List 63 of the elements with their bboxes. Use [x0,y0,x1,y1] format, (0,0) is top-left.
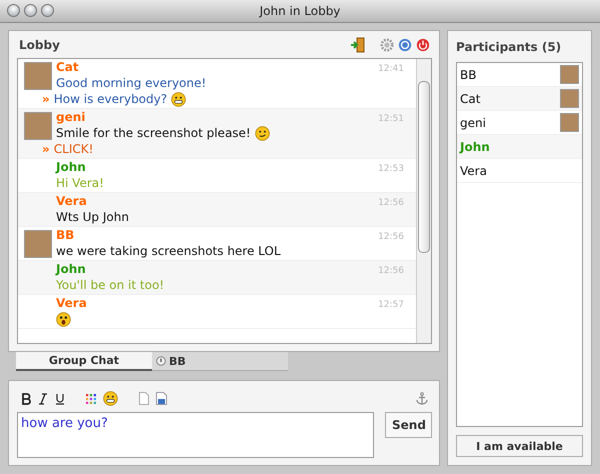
avatar-photo-placeholder [24,62,52,90]
message-text: You'll be on it too! [56,277,164,293]
message-author: geni [56,110,86,125]
window-title: John in Lobby [260,4,340,18]
avatar-photo-placeholder [24,230,52,258]
continuation-marker: » [42,91,50,107]
avatar-photo-placeholder [560,89,579,108]
participants-title: Participants (5) [456,40,562,54]
window-control-icon[interactable] [24,4,37,17]
document-icon[interactable] [139,392,149,405]
underline-icon[interactable] [55,392,65,404]
power-icon[interactable] [416,38,430,52]
chat-tab[interactable]: BB [152,352,288,371]
message-time: 12:56 [378,232,404,242]
participant-item[interactable]: Cat [457,87,582,111]
room-title: Lobby [19,38,60,52]
avatar-photo-placeholder [24,112,52,140]
message-author: BB [56,228,74,243]
send-button[interactable]: Send [385,412,432,438]
exit-door-icon[interactable] [350,36,366,52]
message-text: we were taking screenshots here LOL [56,243,281,259]
participant-name: BB [460,68,476,82]
message-text: Hi Vera! [56,175,104,191]
message-author: Vera [56,296,87,311]
avatar-photo-placeholder [560,113,579,132]
message-text: How is everybody? [54,91,168,107]
color-palette-icon[interactable] [86,394,96,404]
status-button[interactable]: I am available [456,435,583,457]
bold-icon[interactable] [21,392,31,404]
message-text: Smile for the screenshot please! [56,125,251,141]
message-text: Good morning everyone! [56,75,206,91]
emoticon-icon [103,391,118,406]
message-time: 12:56 [378,266,404,276]
participant-name: geni [460,116,486,130]
message-author: John [56,262,86,277]
participant-name: Vera [460,164,487,178]
chat-tab[interactable]: Group Chat [16,352,152,371]
message-text: Wts Up John [56,209,129,225]
message-input[interactable]: how are you? [17,412,374,458]
message-author: Cat [56,60,79,75]
message-author: Vera [56,194,87,209]
participant-name: John [460,140,490,154]
window-control-icon[interactable] [7,4,20,17]
message-time: 12:51 [378,114,404,124]
message-time: 12:53 [378,164,404,174]
italic-icon[interactable] [38,392,48,404]
message-author: John [56,160,86,175]
message-time: 12:56 [378,198,404,208]
message-text: CLICK! [54,141,94,157]
participant-item[interactable]: BB [457,63,582,87]
alert-icon [156,356,166,366]
participant-item[interactable]: geni [457,111,582,135]
participant-name: Cat [460,92,480,106]
window-control-icon[interactable] [41,4,54,17]
avatar-photo-placeholder [560,65,579,84]
anchor-icon[interactable] [416,392,428,405]
help-icon[interactable] [398,38,412,52]
message-time: 12:41 [378,64,404,74]
settings-icon[interactable] [380,38,394,52]
message-time: 12:57 [378,300,404,310]
continuation-marker: » [42,141,50,157]
save-icon[interactable] [156,392,167,405]
scrollbar[interactable] [416,59,431,343]
